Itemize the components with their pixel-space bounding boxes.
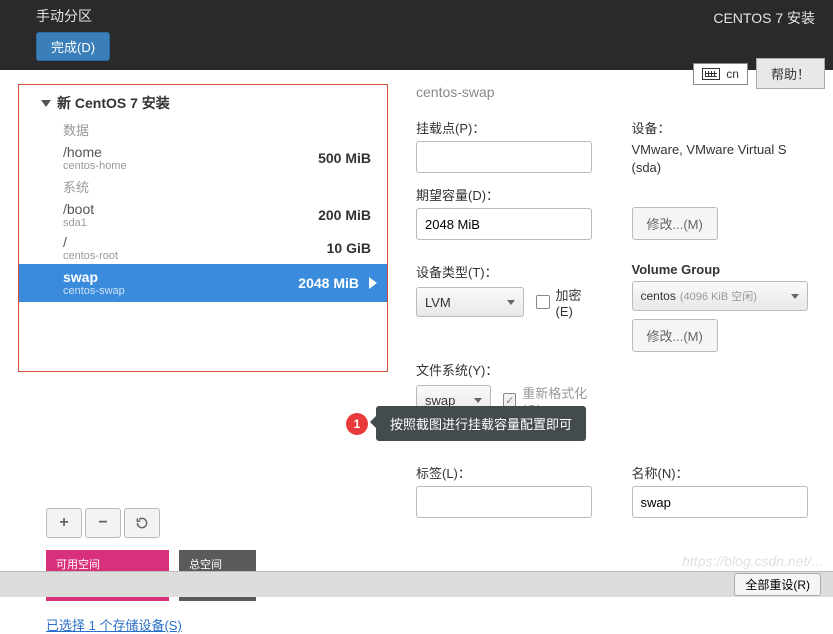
partition-list-box: 新 CentOS 7 安装 数据 /home centos-home 500 M…: [18, 84, 388, 372]
device-type-select[interactable]: LVM: [416, 287, 524, 317]
help-button[interactable]: 帮助！: [756, 58, 825, 89]
expander-header[interactable]: 新 CentOS 7 安装: [19, 93, 387, 117]
partition-toolbar: + −: [18, 508, 388, 538]
volume-group-select[interactable]: centos (4096 KiB 空闲): [632, 281, 808, 311]
reload-button[interactable]: [124, 508, 160, 538]
add-partition-button[interactable]: +: [46, 508, 82, 538]
encrypt-label: 加密(E): [556, 285, 598, 319]
annotation-badge: 1: [346, 413, 368, 435]
partition-row-swap[interactable]: swap centos-swap 2048 MiB: [19, 264, 387, 302]
modify-device-button[interactable]: 修改...(M): [632, 207, 718, 240]
keyboard-layout[interactable]: cn: [693, 63, 748, 85]
fs-label: 文件系统(Y)：: [416, 360, 598, 379]
page-title: 手动分区: [36, 6, 110, 26]
modify-vg-button[interactable]: 修改...(M): [632, 319, 718, 352]
device-name: centos-home: [63, 160, 127, 172]
partition-size: 2048 MiB: [298, 275, 359, 291]
mount-point-input[interactable]: [416, 141, 592, 173]
chevron-down-icon: [41, 100, 51, 107]
mount-point: /home: [63, 144, 127, 160]
device-name: sda1: [63, 217, 94, 229]
capacity-input[interactable]: [416, 208, 592, 240]
device-name: centos-swap: [63, 285, 125, 297]
keyboard-icon: [702, 68, 720, 80]
section-system-label: 系统: [19, 174, 387, 198]
encrypt-checkbox[interactable]: [536, 295, 550, 309]
name-label: 名称(N)：: [632, 463, 814, 482]
bottom-bar: 全部重设(R): [0, 571, 833, 597]
vg-label: Volume Group: [632, 262, 814, 277]
mount-point: /: [63, 234, 118, 250]
reset-all-button[interactable]: 全部重设(R): [734, 573, 821, 596]
name-input[interactable]: [632, 486, 808, 518]
device-label: 设备：: [632, 118, 814, 137]
label-input[interactable]: [416, 486, 592, 518]
total-label: 总空间: [189, 556, 246, 572]
capacity-label: 期望容量(D)：: [416, 185, 598, 204]
expander-title: 新 CentOS 7 安装: [57, 93, 170, 113]
mount-point: /boot: [63, 201, 94, 217]
watermark: https://blog.csdn.net/...: [682, 553, 823, 569]
label-label: 标签(L)：: [416, 463, 598, 482]
done-button[interactable]: 完成(D): [36, 32, 110, 61]
section-data-label: 数据: [19, 117, 387, 141]
partition-row-boot[interactable]: /boot sda1 200 MiB: [19, 198, 387, 231]
device-text: VMware, VMware Virtual S (sda): [632, 141, 814, 177]
partition-row-root[interactable]: / centos-root 10 GiB: [19, 231, 387, 264]
annotation-tooltip: 按照截图进行挂载容量配置即可: [376, 406, 586, 441]
partition-size: 500 MiB: [318, 150, 371, 166]
install-title: CENTOS 7 安装: [713, 2, 825, 32]
vg-free-text: (4096 KiB 空闲): [680, 288, 757, 304]
partition-size: 10 GiB: [327, 240, 371, 256]
partition-row-home[interactable]: /home centos-home 500 MiB: [19, 141, 387, 174]
partition-size: 200 MiB: [318, 207, 371, 223]
avail-label: 可用空间: [56, 556, 159, 572]
mount-point-label: 挂载点(P)：: [416, 118, 598, 137]
kbd-layout-text: cn: [726, 67, 739, 81]
device-name: centos-root: [63, 250, 118, 262]
mount-point: swap: [63, 269, 125, 285]
chevron-right-icon: [369, 277, 377, 289]
reload-icon: [135, 516, 149, 530]
storage-devices-link[interactable]: 已选择 1 个存储设备(S): [46, 615, 182, 634]
annotation: 1 按照截图进行挂载容量配置即可: [346, 406, 586, 441]
device-type-label: 设备类型(T)：: [416, 262, 598, 281]
top-bar: 手动分区 完成(D) CENTOS 7 安装 cn 帮助！: [0, 0, 833, 70]
remove-partition-button[interactable]: −: [85, 508, 121, 538]
